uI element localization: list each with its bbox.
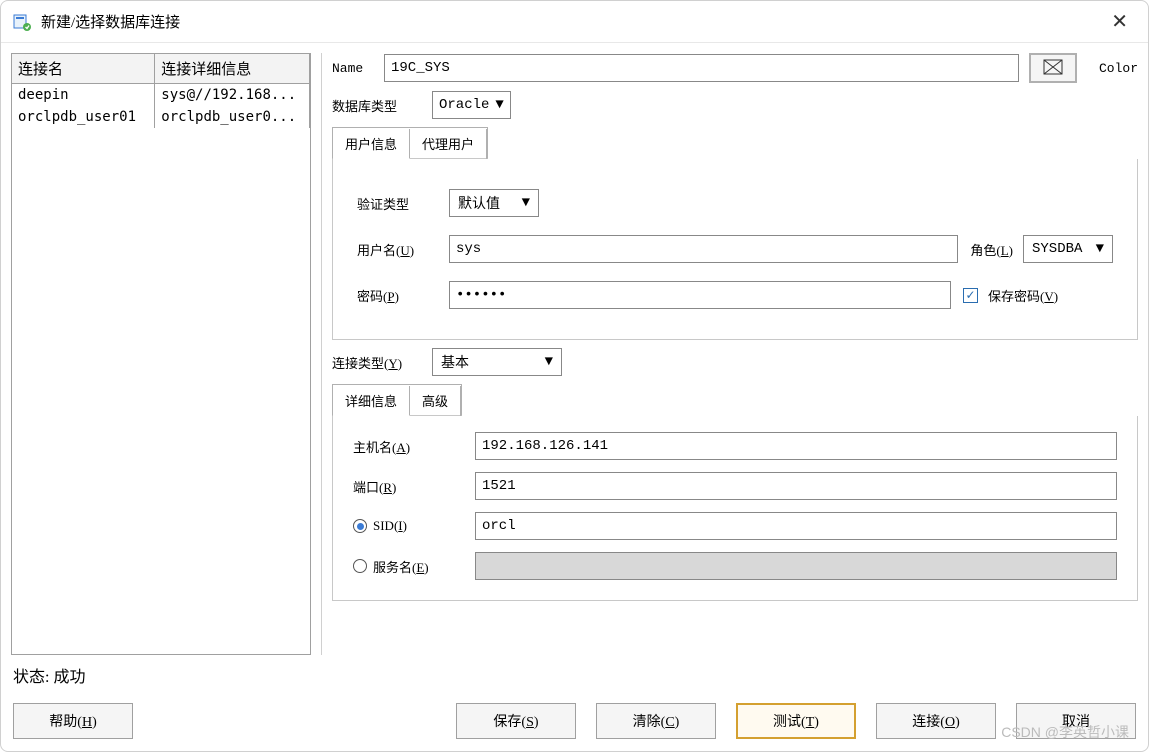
app-icon xyxy=(13,13,31,31)
table-row[interactable]: orclpdb_user01 orclpdb_user0... xyxy=(12,106,310,128)
watermark: CSDN @李英哲小课 xyxy=(1001,722,1129,742)
sid-option[interactable]: SID(I) xyxy=(353,518,463,534)
table-row[interactable]: deepin sys@//192.168... xyxy=(12,84,310,107)
chevron-down-icon: ▼ xyxy=(522,195,530,211)
status-bar: 状态: 成功 xyxy=(1,655,1148,695)
col-header-name[interactable]: 连接名 xyxy=(12,54,155,84)
savepw-label: 保存密码(V) xyxy=(988,286,1058,305)
clear-button[interactable]: 清除(C) xyxy=(596,703,716,739)
password-label: 密码(P) xyxy=(357,286,437,305)
authtype-label: 验证类型 xyxy=(357,194,437,213)
chevron-down-icon: ▼ xyxy=(545,354,553,370)
name-label: Name xyxy=(332,61,374,76)
sid-input[interactable] xyxy=(475,512,1117,540)
test-button[interactable]: 测试(T) xyxy=(736,703,856,739)
chevron-down-icon: ▼ xyxy=(1096,241,1104,257)
service-input xyxy=(475,552,1117,580)
host-input[interactable] xyxy=(475,432,1117,460)
detail-panel: 主机名(A) 端口(R) SID(I) xyxy=(332,416,1138,601)
tab-advanced[interactable]: 高级 xyxy=(410,386,461,416)
conntype-select[interactable]: 基本 ▼ xyxy=(432,348,562,376)
dbtype-select[interactable]: Oracle ▼ xyxy=(432,91,511,119)
role-select[interactable]: SYSDBA ▼ xyxy=(1023,235,1113,263)
port-input[interactable] xyxy=(475,472,1117,500)
userinfo-panel: 验证类型 默认值 ▼ 用户名(U) 角色(L) SYSDBA xyxy=(332,159,1138,340)
titlebar: 新建/选择数据库连接 ✕ xyxy=(1,1,1148,43)
radio-sid[interactable] xyxy=(353,519,367,533)
chevron-down-icon: ▼ xyxy=(495,97,503,113)
name-input[interactable] xyxy=(384,54,1019,82)
save-button[interactable]: 保存(S) xyxy=(456,703,576,739)
color-label: Color xyxy=(1099,61,1138,76)
username-label: 用户名(U) xyxy=(357,240,437,259)
tab-userinfo[interactable]: 用户信息 xyxy=(333,129,410,159)
authtype-select[interactable]: 默认值 ▼ xyxy=(449,189,539,217)
window-title: 新建/选择数据库连接 xyxy=(41,11,180,32)
dbtype-label: 数据库类型 xyxy=(332,96,422,115)
connection-table[interactable]: 连接名 连接详细信息 deepin sys@//192.168... orclp… xyxy=(11,53,311,655)
service-option[interactable]: 服务名(E) xyxy=(353,557,463,576)
connection-form: Name Color 数据库类型 Oracle ▼ 用户信息 代理用户 xyxy=(321,53,1138,655)
role-label: 角色(L) xyxy=(970,240,1013,259)
radio-service[interactable] xyxy=(353,559,367,573)
port-label: 端口(R) xyxy=(353,477,463,496)
close-button[interactable]: ✕ xyxy=(1103,5,1136,38)
detail-tabs: 详细信息 高级 xyxy=(332,384,462,416)
savepw-checkbox[interactable]: ✓ xyxy=(963,288,978,303)
host-label: 主机名(A) xyxy=(353,437,463,456)
connection-sidebar: 连接名 连接详细信息 deepin sys@//192.168... orclp… xyxy=(11,53,311,655)
tab-proxy[interactable]: 代理用户 xyxy=(410,129,487,159)
tab-detail[interactable]: 详细信息 xyxy=(333,386,410,416)
password-input[interactable] xyxy=(449,281,951,309)
help-button[interactable]: 帮助(H) xyxy=(13,703,133,739)
connect-button[interactable]: 连接(O) xyxy=(876,703,996,739)
username-input[interactable] xyxy=(449,235,958,263)
color-button[interactable] xyxy=(1029,53,1077,83)
col-header-detail[interactable]: 连接详细信息 xyxy=(155,54,310,84)
userinfo-tabs: 用户信息 代理用户 xyxy=(332,127,488,159)
conntype-label: 连接类型(Y) xyxy=(332,353,422,372)
button-bar: 帮助(H) 保存(S) 清除(C) 测试(T) 连接(O) 取消 xyxy=(1,695,1148,751)
